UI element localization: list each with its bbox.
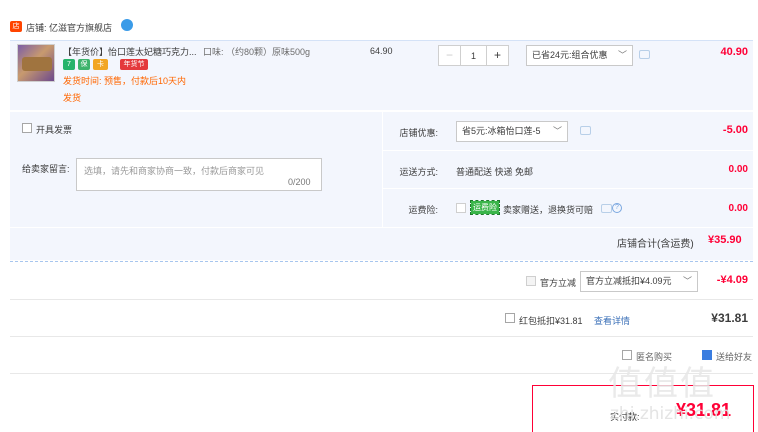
quantity-stepper: − + [438, 45, 509, 66]
product-thumbnail[interactable] [17, 44, 55, 82]
red-packet-details-link[interactable]: 查看详情 [594, 314, 630, 327]
shop-discount-select[interactable]: 省5元:冰箱怡口莲-5 ﹀ [456, 121, 568, 142]
comment-icon[interactable] [639, 50, 650, 59]
ship-time-text: 发货时间: 预售，付款后10天内 [63, 76, 187, 86]
watermark-text: zhi.zhizhi.com [610, 404, 731, 424]
red-packet-amount: ¥31.81 [711, 311, 748, 325]
memo-char-count: 0/200 [288, 177, 311, 187]
ship-method: 普通配送 快递 免邮 [456, 167, 534, 177]
product-title[interactable]: 【年货价】怡口莲太妃糖巧克力... [63, 45, 197, 58]
promo-select-value: 已省24元:组合优惠 [532, 50, 608, 60]
credit-card-icon: 卡 [93, 59, 108, 70]
insurance-checkbox[interactable] [456, 203, 466, 213]
gift-label: 送给好友 [716, 352, 753, 362]
chevron-down-icon: ﹀ [617, 50, 627, 60]
comment-icon[interactable] [580, 126, 591, 135]
guarantee-icon: 保 [78, 59, 90, 70]
red-packet-label: 红包抵扣¥31.81 [519, 316, 583, 326]
insurance-tag: 运费险 [470, 200, 500, 215]
ship-word-text: 发货 [63, 93, 82, 103]
ship-label: 运送方式: [399, 167, 438, 177]
promo-select[interactable]: 已省24元:组合优惠 ﹀ [526, 45, 633, 66]
invoice-label: 开具发票 [36, 125, 73, 135]
wangwang-chat-icon[interactable] [121, 19, 133, 31]
shop-subtotal-label: 店铺合计(含运费) [617, 239, 694, 250]
help-icon[interactable]: ? [612, 203, 622, 213]
divider [10, 299, 753, 300]
red-packet-checkbox[interactable] [505, 313, 515, 323]
official-discount-select-value: 官方立减抵扣¥4.09元 [586, 276, 672, 286]
divider [382, 150, 753, 151]
shop-icon: 店 [10, 21, 22, 32]
shop-discount-amount: -5.00 [722, 124, 748, 136]
official-discount-amount: -¥4.09 [716, 274, 748, 286]
unit-price: 64.90 [370, 46, 393, 56]
insurance-label: 运费险: [408, 205, 438, 215]
increase-button[interactable]: + [486, 46, 508, 65]
memo-label: 给卖家留言: [22, 164, 70, 174]
official-discount-checkbox[interactable] [526, 276, 536, 286]
product-sku: 口味: （约80颗）原味500g [203, 47, 311, 57]
insurance-amount: 0.00 [728, 203, 748, 214]
divider [382, 188, 753, 189]
chevron-down-icon: ﹀ [682, 276, 692, 286]
invoice-checkbox[interactable] [22, 123, 32, 133]
official-discount-select[interactable]: 官方立减抵扣¥4.09元 ﹀ [580, 271, 698, 292]
comment-icon[interactable] [601, 204, 612, 213]
divider [10, 227, 753, 228]
official-discount-label: 官方立减 [540, 278, 577, 288]
seven-day-return-icon: 7 [63, 59, 75, 70]
quantity-input[interactable] [461, 46, 486, 65]
festival-badge: 年货节 [120, 59, 148, 70]
shop-name[interactable]: 店铺: 亿滋官方旗舰店 [26, 21, 112, 34]
divider [10, 336, 753, 337]
shop-discount-label: 店铺优惠: [399, 128, 438, 138]
item-total: 40.90 [720, 46, 748, 58]
insurance-text: 卖家赠送，退换货可赔 [503, 205, 594, 215]
shop-discount-select-value: 省5元:冰箱怡口莲-5 [462, 126, 541, 136]
chevron-down-icon: ﹀ [552, 126, 562, 136]
shop-subtotal-amount: ¥35.90 [708, 234, 742, 246]
ship-amount: 0.00 [728, 164, 748, 175]
watermark-logo: 值值值 [608, 364, 716, 404]
dashed-divider [10, 261, 753, 262]
memo-placeholder: 选填，请先和商家协商一致，付款后商家可见 [84, 166, 265, 176]
decrease-button[interactable]: − [439, 46, 461, 65]
